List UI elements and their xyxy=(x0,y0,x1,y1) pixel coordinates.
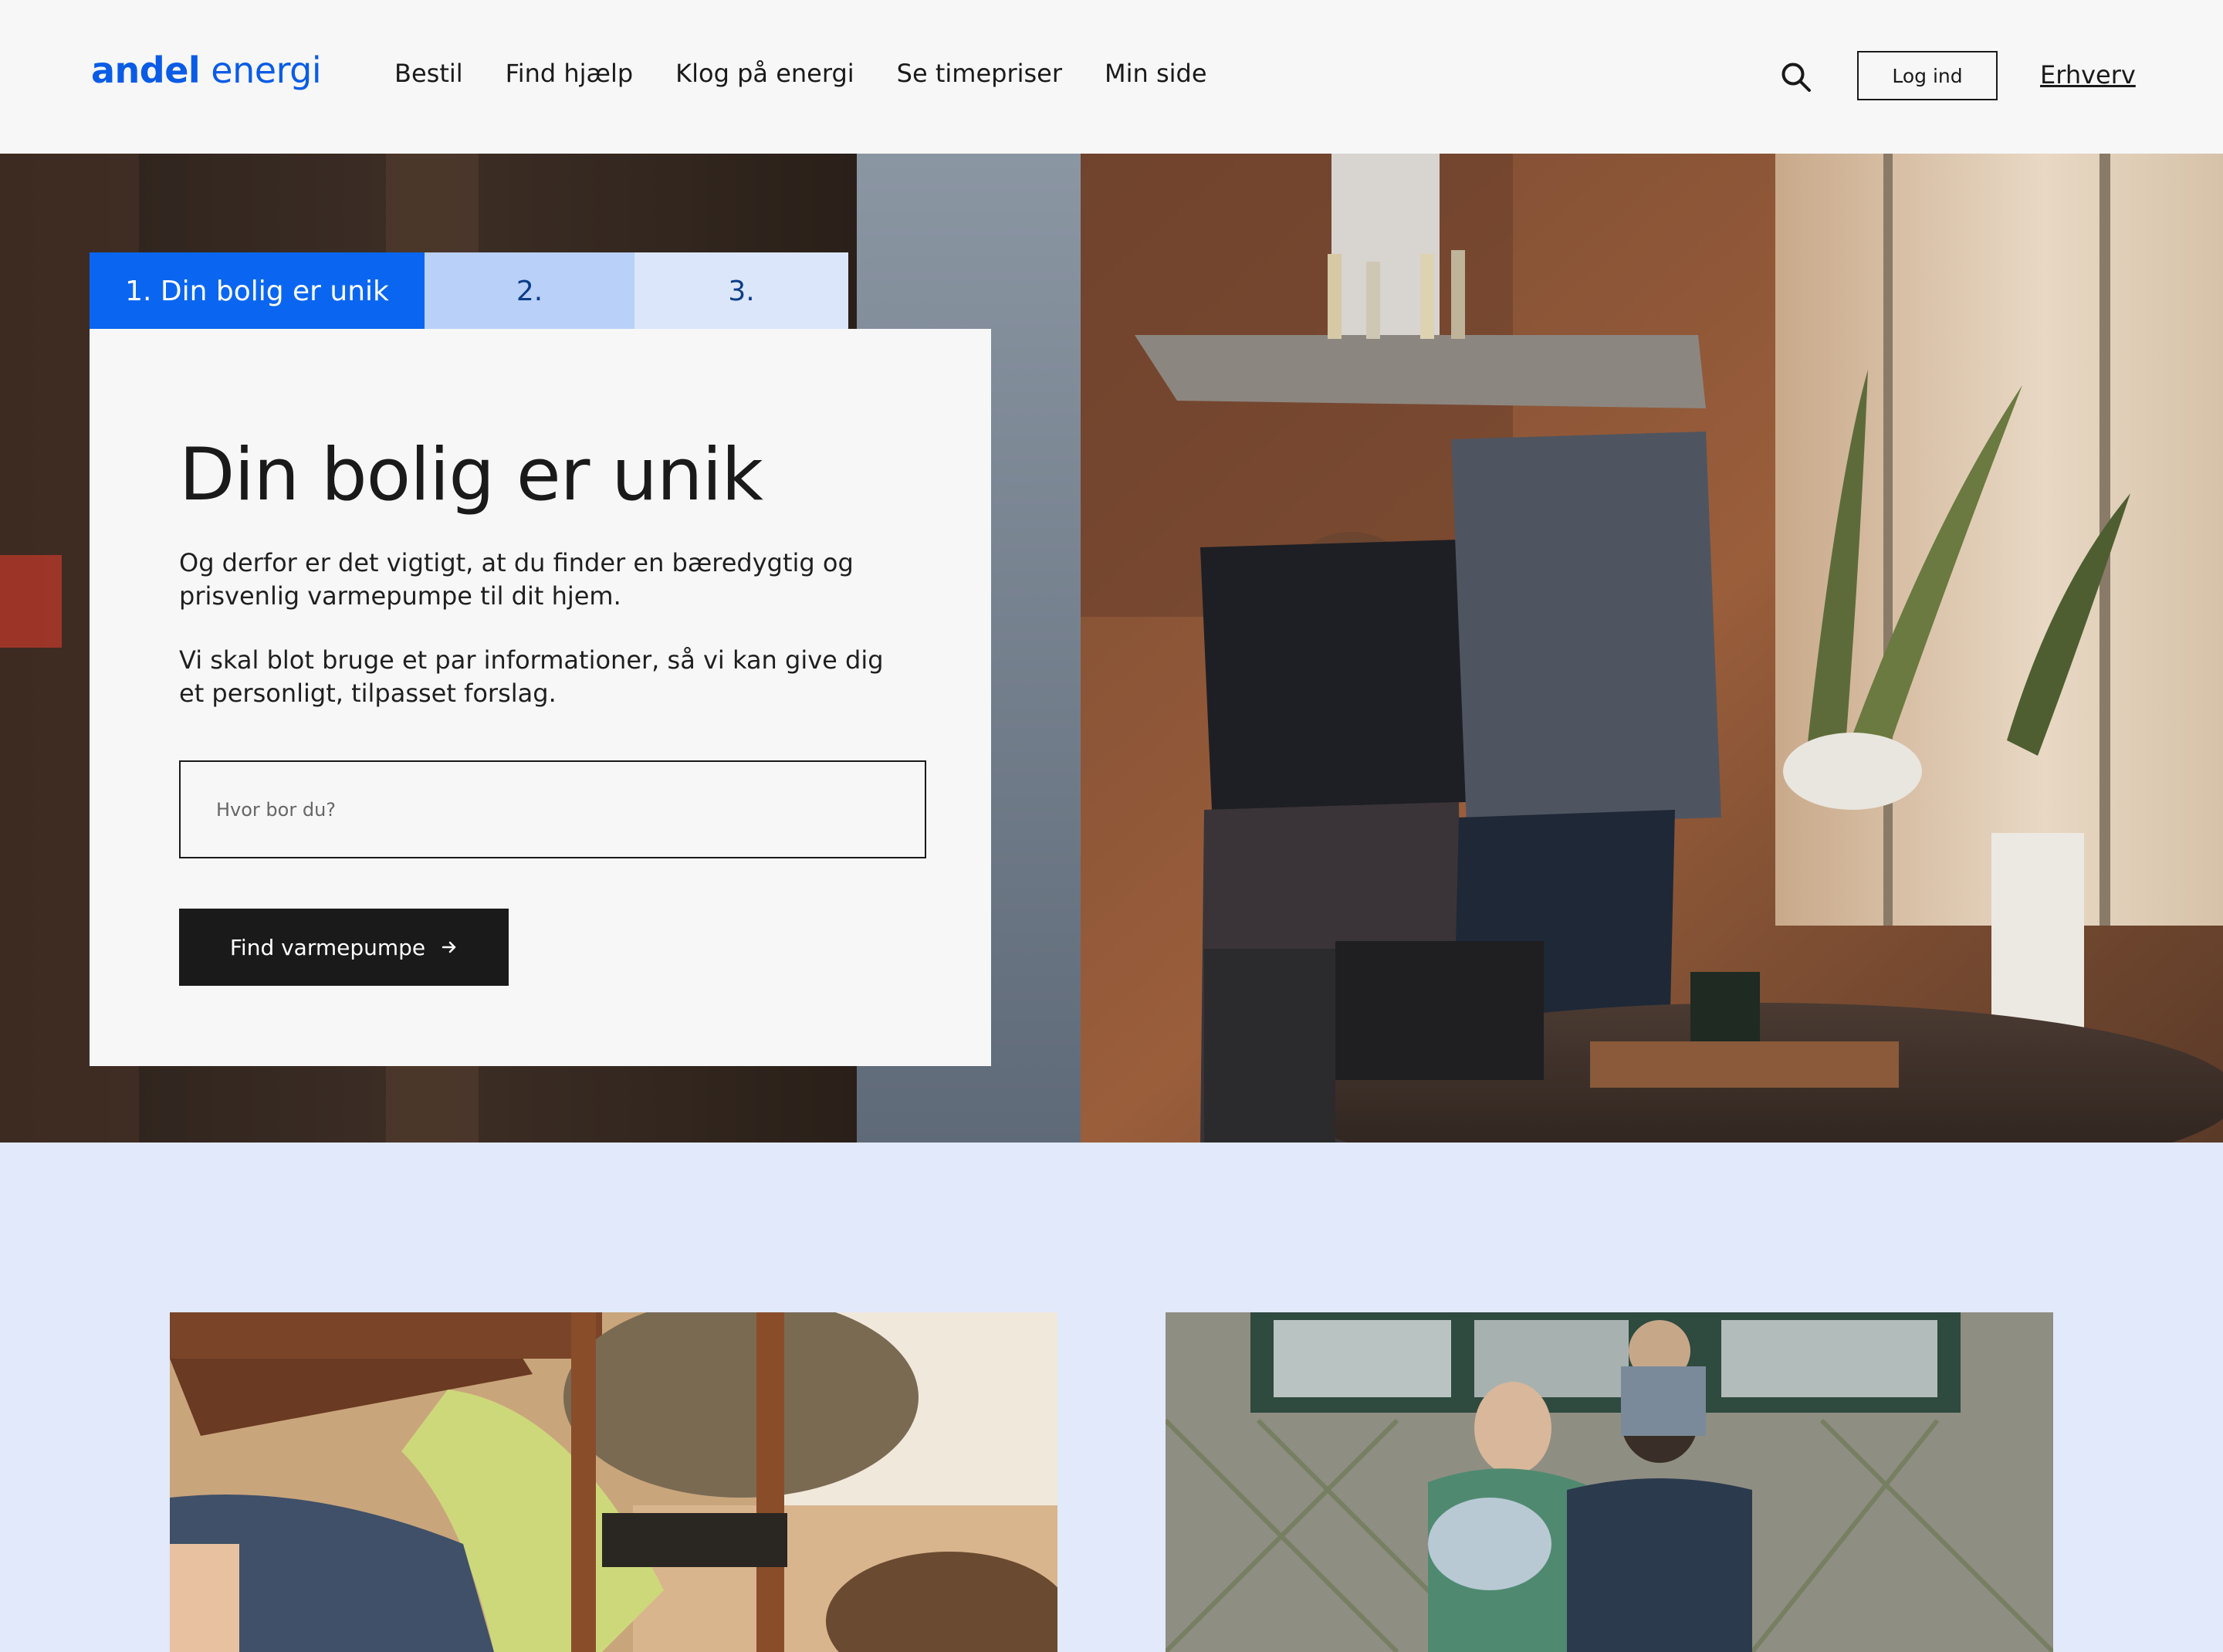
nav-item-klog-paa-energi[interactable]: Klog på energi xyxy=(675,59,854,88)
nav-item-erhverv[interactable]: Erhverv xyxy=(2040,60,2136,90)
family-garden-photo xyxy=(1166,1312,2053,1652)
main-nav: Bestil Find hjælp Klog på energi Se time… xyxy=(394,59,1207,88)
site-header: andel energi Bestil Find hjælp Klog på e… xyxy=(0,0,2223,154)
brand-name-light: energi xyxy=(200,49,322,91)
step-tabs: 1. Din bolig er unik 2. 3. xyxy=(90,252,848,330)
hero-section: 1. Din bolig er unik 2. 3. Din bolig er … xyxy=(0,154,2223,1143)
search-button[interactable] xyxy=(1779,60,1813,94)
family-table-photo xyxy=(170,1312,1057,1652)
login-button[interactable]: Log ind xyxy=(1857,51,1998,100)
search-icon xyxy=(1781,63,1811,92)
tab-step-2[interactable]: 2. xyxy=(425,252,634,330)
card-paragraph-1: Og derfor er det vigtigt, at du finder e… xyxy=(179,548,854,611)
card-paragraph-2: Vi skal blot bruge et par informationer,… xyxy=(179,645,884,708)
find-varmepumpe-button[interactable]: Find varmepumpe xyxy=(179,909,509,986)
arrow-right-icon xyxy=(442,941,456,953)
nav-item-bestil[interactable]: Bestil xyxy=(394,59,463,88)
intro-card: Din bolig er unik Og derfor er det vigti… xyxy=(90,329,991,1066)
nav-item-min-side[interactable]: Min side xyxy=(1105,59,1207,88)
nav-item-se-timepriser[interactable]: Se timepriser xyxy=(897,59,1062,88)
tab-step-3[interactable]: 3. xyxy=(634,252,848,330)
brand-name-bold: andel xyxy=(91,49,201,91)
find-varmepumpe-label: Find varmepumpe xyxy=(229,934,426,960)
brand-logo[interactable]: andel energi xyxy=(91,49,322,96)
address-input[interactable] xyxy=(179,760,926,858)
nav-item-find-hjaelp[interactable]: Find hjælp xyxy=(506,59,634,88)
tab-step-1[interactable]: 1. Din bolig er unik xyxy=(90,252,425,330)
card-title: Din bolig er unik xyxy=(179,433,763,517)
